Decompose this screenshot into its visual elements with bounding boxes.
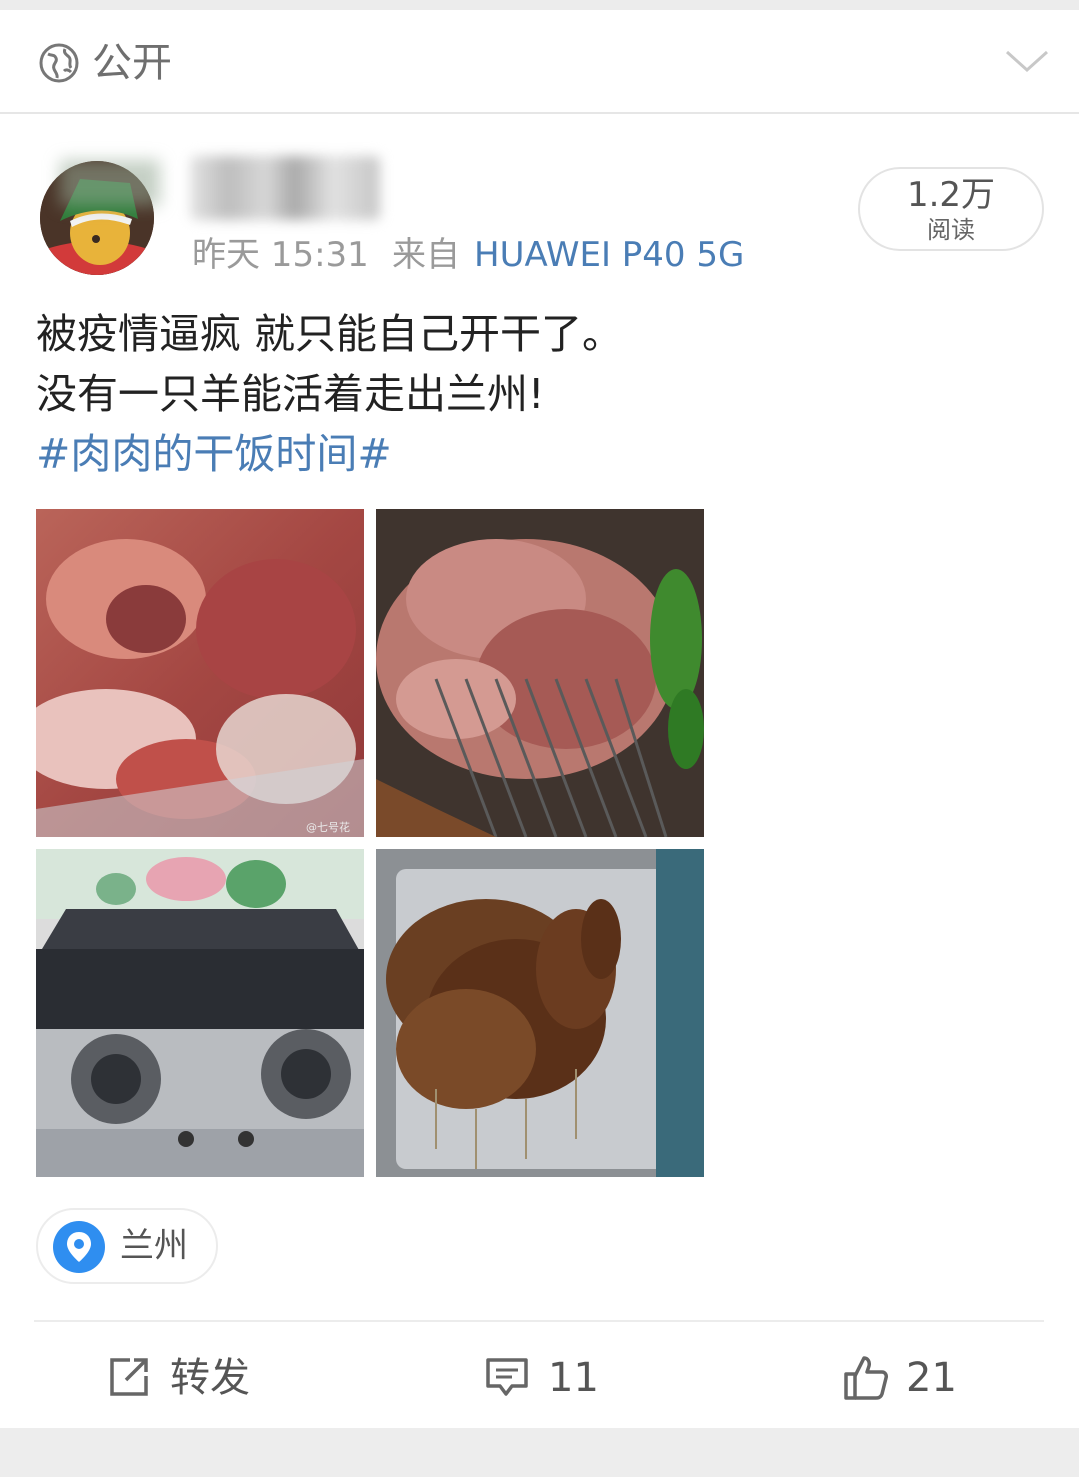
divider: [34, 1320, 1044, 1322]
comment-count: 11: [548, 1355, 599, 1401]
like-button[interactable]: 21: [842, 1348, 972, 1408]
bottom-strip: [0, 1428, 1079, 1477]
globe-icon: [39, 43, 79, 83]
post-source-device[interactable]: HUAWEI P40 5G: [474, 232, 744, 278]
avatar-redaction: [60, 160, 160, 206]
post-text-line: 被疫情逼疯 就只能自己开干了。: [36, 310, 624, 358]
location-pin-icon: [53, 1221, 105, 1273]
hashtag-link[interactable]: #肉肉的干饭时间#: [36, 424, 1046, 484]
location-label: 兰州: [120, 1226, 188, 1266]
photo-raw-skewers[interactable]: [376, 509, 704, 837]
read-count: 1.2万: [906, 175, 996, 215]
location-tag[interactable]: 兰州: [36, 1208, 218, 1284]
like-count: 21: [906, 1355, 957, 1401]
repost-button[interactable]: 转发: [106, 1348, 276, 1408]
photo-watermark: @七号花: [306, 821, 350, 834]
comment-icon: [486, 1358, 528, 1396]
comment-button[interactable]: 11: [484, 1348, 614, 1408]
post-time: 昨天 15:31: [192, 235, 369, 275]
thumbs-up-icon: [844, 1356, 888, 1400]
chevron-down-icon[interactable]: [1004, 46, 1050, 76]
visibility-label: 公开: [92, 40, 172, 86]
username-redacted[interactable]: [190, 156, 380, 220]
post-source-prefix: 来自: [392, 235, 460, 275]
post-text: 被疫情逼疯 就只能自己开干了。 没有一只羊能活着走出兰州! #肉肉的干饭时间#: [36, 304, 1046, 484]
photo-raw-meat[interactable]: [36, 509, 364, 837]
visibility-selector[interactable]: 公开: [0, 10, 1079, 114]
post-card: 昨天 15:31 来自 HUAWEI P40 5G 1.2万 阅读 被疫情逼疯 …: [0, 116, 1079, 1428]
read-label: 阅读: [927, 216, 975, 244]
read-count-badge[interactable]: 1.2万 阅读: [858, 167, 1044, 251]
photo-grill-stove[interactable]: [36, 849, 364, 1177]
photo-cooked-skewers[interactable]: [376, 849, 704, 1177]
repost-icon: [110, 1358, 148, 1396]
top-strip: [0, 0, 1079, 10]
post-text-line: 没有一只羊能活着走出兰州!: [36, 370, 545, 418]
repost-label: 转发: [170, 1355, 250, 1401]
